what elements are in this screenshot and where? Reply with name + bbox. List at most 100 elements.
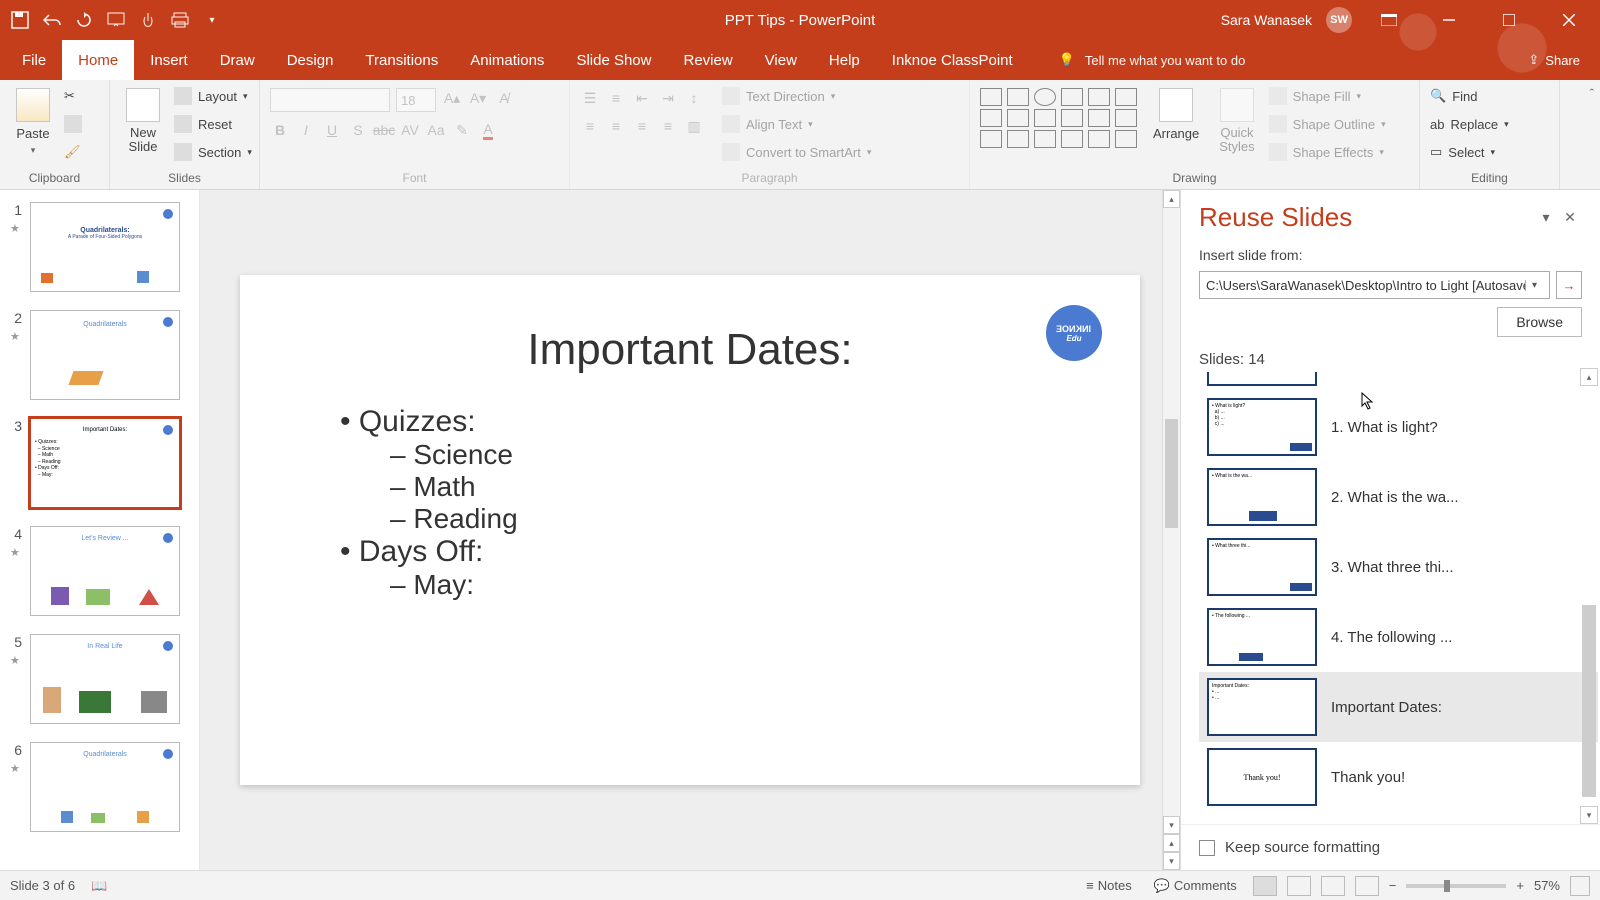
slide-thumbnail-5[interactable]: In Real Life <box>30 634 180 724</box>
tab-help[interactable]: Help <box>813 40 876 80</box>
shape-brace-icon[interactable] <box>980 130 1002 148</box>
scroll-up-icon[interactable]: ▴ <box>1580 368 1598 386</box>
collapse-ribbon-icon[interactable]: ˆ <box>1590 86 1594 101</box>
indent-dec-icon[interactable]: ⇤ <box>632 88 652 108</box>
shape-line-icon[interactable] <box>980 88 1002 106</box>
tab-draw[interactable]: Draw <box>204 40 271 80</box>
presentation-icon[interactable] <box>106 10 126 30</box>
zoom-in-icon[interactable]: + <box>1516 878 1524 893</box>
align-right-icon[interactable]: ≡ <box>632 116 652 136</box>
reuse-slide-item[interactable]: Thank you! Thank you! <box>1199 742 1598 812</box>
zoom-out-icon[interactable]: − <box>1389 878 1397 893</box>
go-arrow-button[interactable]: → <box>1556 271 1582 299</box>
slide-thumbnail-4[interactable]: Let's Review ... <box>30 526 180 616</box>
zoom-slider[interactable] <box>1406 884 1506 888</box>
redo-icon[interactable] <box>74 10 94 30</box>
font-size-input[interactable]: 18 <box>396 88 436 112</box>
bullet-math[interactable]: – Math <box>390 471 1050 503</box>
shape-outline-button[interactable]: Shape Outline▾ <box>1269 112 1386 136</box>
spellcheck-icon[interactable]: 📖 <box>91 878 107 894</box>
slide-thumbnail-1[interactable]: Quadrilaterals:A Parade of Four-Sided Po… <box>30 202 180 292</box>
tab-view[interactable]: View <box>749 40 813 80</box>
bold-icon[interactable]: B <box>270 120 290 140</box>
slide-title-text[interactable]: Important Dates: <box>330 325 1050 375</box>
reading-view-icon[interactable] <box>1321 876 1345 896</box>
shape-arr2-icon[interactable] <box>1034 109 1056 127</box>
tab-file[interactable]: File <box>6 40 62 80</box>
reuse-slide-item[interactable]: Important Dates:• ...• ... Important Dat… <box>1199 672 1598 742</box>
line-spacing-icon[interactable]: ↕ <box>684 88 704 108</box>
tab-design[interactable]: Design <box>271 40 350 80</box>
user-avatar[interactable]: SW <box>1326 7 1352 33</box>
shape-curve-icon[interactable] <box>1034 130 1056 148</box>
tab-animations[interactable]: Animations <box>454 40 560 80</box>
qat-customize-icon[interactable]: ▾ <box>202 10 222 30</box>
maximize-icon[interactable] <box>1486 0 1532 40</box>
tab-classpoint[interactable]: Inknoe ClassPoint <box>876 40 1029 80</box>
scroll-thumb[interactable] <box>1165 419 1178 528</box>
shapes-gallery[interactable] <box>980 84 1139 148</box>
copy-button[interactable] <box>64 112 82 136</box>
source-path-input[interactable]: C:\Users\SaraWanasek\Desktop\Intro to Li… <box>1199 271 1550 299</box>
shape-rect-icon[interactable] <box>1007 88 1029 106</box>
justify-icon[interactable]: ≡ <box>658 116 678 136</box>
slide-thumbnail-3[interactable]: Important Dates:• Quizzes: – Science – M… <box>30 418 180 508</box>
shape-effects-button[interactable]: Shape Effects▾ <box>1269 140 1386 164</box>
format-painter-button[interactable]: 🖌 <box>64 140 82 164</box>
section-button[interactable]: Section▾ <box>174 140 252 164</box>
tab-home[interactable]: Home <box>62 40 134 80</box>
align-text-button[interactable]: Align Text▾ <box>722 112 871 136</box>
inknoe-badge[interactable]: INKNOE Edu <box>1046 305 1102 361</box>
notes-button[interactable]: ≡Notes <box>1080 878 1138 893</box>
tab-transitions[interactable]: Transitions <box>349 40 454 80</box>
smartart-button[interactable]: Convert to SmartArt▾ <box>722 140 871 164</box>
minimize-icon[interactable] <box>1426 0 1472 40</box>
close-icon[interactable] <box>1546 0 1592 40</box>
pane-dropdown-icon[interactable]: ▾ <box>1534 206 1558 230</box>
slide-thumbnail-2[interactable]: Quadrilaterals <box>30 310 180 400</box>
slide-thumbnail-6[interactable]: Quadrilaterals <box>30 742 180 832</box>
case-icon[interactable]: Aa <box>426 120 446 140</box>
shape-star-icon[interactable] <box>1088 88 1110 106</box>
shape-star3-icon[interactable] <box>1061 130 1083 148</box>
canvas-scrollbar[interactable]: ▴ ▾ ▴ ▾ <box>1162 190 1180 870</box>
shape-fill-button[interactable]: Shape Fill▾ <box>1269 84 1386 108</box>
shape-brace2-icon[interactable] <box>1007 130 1029 148</box>
shape-star4-icon[interactable] <box>1088 130 1110 148</box>
shape-more-icon[interactable] <box>1115 88 1137 106</box>
ribbon-display-icon[interactable] <box>1366 0 1412 40</box>
font-color-icon[interactable]: A <box>478 120 498 140</box>
scroll-up-icon[interactable]: ▴ <box>1163 190 1180 208</box>
spacing-icon[interactable]: AV <box>400 120 420 140</box>
next-slide-icon[interactable]: ▾ <box>1163 852 1180 870</box>
layout-button[interactable]: Layout▾ <box>174 84 252 108</box>
new-slide-button[interactable]: New Slide <box>120 84 166 159</box>
replace-button[interactable]: abReplace▾ <box>1430 112 1509 136</box>
share-button[interactable]: ⇪ Share <box>1508 40 1600 80</box>
find-button[interactable]: 🔍Find <box>1430 84 1509 108</box>
highlight-icon[interactable]: ✎ <box>452 120 472 140</box>
indent-inc-icon[interactable]: ⇥ <box>658 88 678 108</box>
reset-button[interactable]: Reset <box>174 112 252 136</box>
numbering-icon[interactable]: ≡ <box>606 88 626 108</box>
pane-close-icon[interactable]: ✕ <box>1558 206 1582 230</box>
grow-font-icon[interactable]: A▴ <box>442 88 462 108</box>
normal-view-icon[interactable] <box>1253 876 1277 896</box>
reuse-slide-item[interactable] <box>1199 372 1598 392</box>
reuse-slide-item[interactable]: • The following ... 4. The following ... <box>1199 602 1598 672</box>
comments-button[interactable]: 💬Comments <box>1148 878 1243 894</box>
tab-review[interactable]: Review <box>667 40 748 80</box>
current-slide[interactable]: INKNOE Edu Important Dates: • Quizzes: –… <box>240 275 1140 785</box>
save-icon[interactable] <box>10 10 30 30</box>
shape-arrow-icon[interactable] <box>1061 88 1083 106</box>
shape-dia-icon[interactable] <box>1007 109 1029 127</box>
shape-arr3-icon[interactable] <box>1061 109 1083 127</box>
reuse-list-scrollbar[interactable]: ▴ ▾ <box>1580 368 1598 824</box>
align-center-icon[interactable]: ≡ <box>606 116 626 136</box>
shape-expand-icon[interactable] <box>1115 109 1137 127</box>
reuse-slide-item[interactable]: • What is the wa... 2. What is the wa... <box>1199 462 1598 532</box>
text-direction-button[interactable]: Text Direction▾ <box>722 84 871 108</box>
prev-slide-icon[interactable]: ▴ <box>1163 834 1180 852</box>
font-family-input[interactable] <box>270 88 390 112</box>
reuse-slide-item[interactable]: • What is light? a) ... b) ... c) ... 1.… <box>1199 392 1598 462</box>
